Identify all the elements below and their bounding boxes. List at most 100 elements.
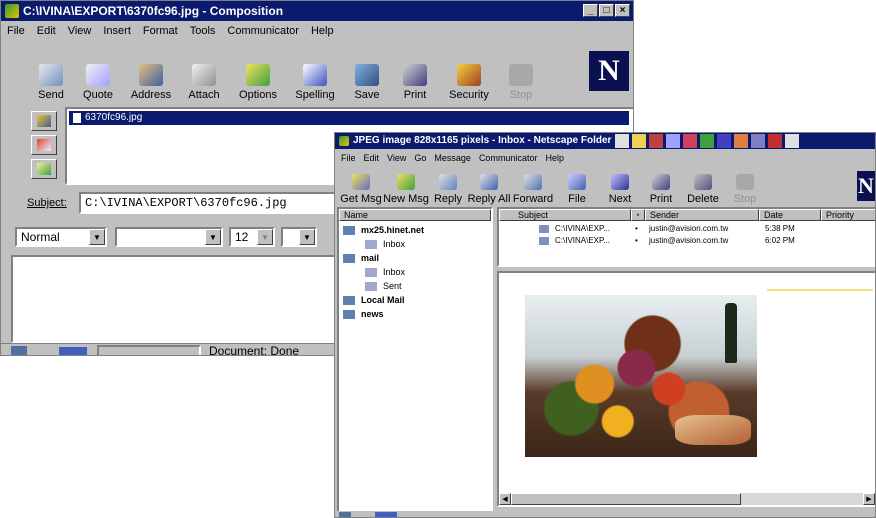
options-tab-button[interactable] — [31, 159, 57, 179]
close-button[interactable]: × — [615, 4, 630, 17]
menu-view[interactable]: View — [387, 151, 406, 165]
address-button[interactable]: Address — [125, 45, 177, 101]
scroll-right-button[interactable]: ▶ — [863, 493, 875, 505]
menu-communicator[interactable]: Communicator — [227, 23, 299, 39]
menu-edit[interactable]: Edit — [364, 151, 380, 165]
folder-pane-header[interactable]: Name — [339, 209, 491, 221]
message-row[interactable]: C:\IVINA\EXP... • justin@avision.com.tw 5:3… — [499, 223, 875, 235]
message-list-header: Subject • Sender Date Priority — [499, 209, 875, 221]
paragraph-style-select[interactable]: Normal ▼ — [15, 227, 107, 247]
taskbar-icon[interactable] — [615, 134, 629, 148]
spelling-button[interactable]: Spelling — [289, 45, 341, 101]
folder-item[interactable]: Sent — [339, 279, 491, 293]
column-header-status[interactable]: • — [631, 209, 645, 221]
composition-title-bar[interactable]: C:\IVINA\EXPORT\6370fc96.jpg - Compositi… — [1, 1, 633, 21]
quote-button[interactable]: Quote — [75, 45, 121, 101]
maximize-button[interactable]: □ — [599, 4, 614, 17]
folder-item[interactable]: news — [339, 307, 491, 321]
taskbar-icon[interactable] — [717, 134, 731, 148]
taskbar-icon[interactable] — [649, 134, 663, 148]
print-button[interactable]: Print — [393, 45, 437, 101]
taskbar-icon[interactable] — [734, 134, 748, 148]
attachment-tab-button[interactable] — [31, 135, 57, 155]
preview-horizontal-scrollbar[interactable]: ◀ ▶ — [499, 493, 875, 505]
read-status-dot[interactable]: • — [635, 223, 638, 235]
next-button[interactable]: Next — [601, 167, 639, 205]
menu-format[interactable]: Format — [143, 23, 178, 39]
attachment-item[interactable]: 6370fc96.jpg — [69, 111, 629, 125]
folder-item[interactable]: Inbox — [339, 237, 491, 251]
print-button[interactable]: Print — [643, 167, 679, 205]
stop-button[interactable]: Stop — [501, 45, 541, 101]
font-size-select[interactable]: 12 ▼ — [229, 227, 275, 247]
taskbar-icon[interactable] — [632, 134, 646, 148]
message-subject: C:\IVINA\EXP... — [555, 224, 610, 233]
taskbar-icon[interactable] — [700, 134, 714, 148]
menu-communicator[interactable]: Communicator — [479, 151, 538, 165]
menu-message[interactable]: Message — [434, 151, 471, 165]
subject-input[interactable]: C:\IVINA\EXPORT\6370fc96.jpg — [79, 192, 339, 214]
folder-icon — [365, 240, 377, 250]
address-tab-button[interactable] — [31, 111, 57, 131]
menu-help[interactable]: Help — [311, 23, 334, 39]
scroll-left-button[interactable]: ◀ — [499, 493, 511, 505]
message-row[interactable]: C:\IVINA\EXP... • justin@avision.com.tw 6:0… — [499, 235, 875, 247]
menu-view[interactable]: View — [68, 23, 92, 39]
security-status-icon[interactable] — [339, 512, 351, 517]
mail-server-icon — [343, 226, 355, 236]
menu-help[interactable]: Help — [545, 151, 564, 165]
reply-all-icon — [480, 174, 498, 190]
paragraph-style-value: Normal — [21, 230, 60, 244]
scroll-thumb[interactable] — [511, 493, 741, 505]
taskbar-icon[interactable] — [768, 134, 782, 148]
save-button[interactable]: Save — [345, 45, 389, 101]
folder-item[interactable]: Inbox — [339, 265, 491, 279]
get-messages-icon — [352, 174, 370, 190]
attach-button[interactable]: Attach — [181, 45, 227, 101]
taskbar-icon[interactable] — [666, 134, 680, 148]
chevron-down-icon: ▼ — [205, 229, 221, 245]
minimize-button[interactable]: _ — [583, 4, 598, 17]
inbox-status-bar — [335, 511, 875, 517]
send-button[interactable]: Send — [31, 45, 71, 101]
file-button[interactable]: File — [557, 167, 597, 205]
column-header-sender[interactable]: Sender — [645, 209, 759, 221]
column-header-priority[interactable]: Priority — [821, 209, 875, 221]
reply-icon — [439, 174, 457, 190]
reply-all-button[interactable]: Reply All — [468, 167, 510, 205]
get-msg-button[interactable]: Get Msg — [340, 167, 382, 205]
column-header-date[interactable]: Date — [759, 209, 821, 221]
font-color-select[interactable]: ▼ — [281, 227, 317, 247]
chevron-down-icon: ▼ — [257, 229, 273, 245]
security-button[interactable]: Security — [441, 45, 497, 101]
read-status-dot[interactable]: • — [635, 235, 638, 247]
connection-status-icon — [375, 512, 397, 517]
new-msg-button[interactable]: New Msg — [383, 167, 429, 205]
column-header-subject[interactable]: Subject — [499, 209, 631, 221]
taskbar-icon[interactable] — [751, 134, 765, 148]
message-body-editor[interactable] — [11, 255, 341, 343]
menu-file[interactable]: File — [7, 23, 25, 39]
security-status-icon[interactable] — [11, 346, 27, 355]
chevron-down-icon: ▼ — [299, 229, 315, 245]
delete-button[interactable]: Delete — [683, 167, 723, 205]
menu-file[interactable]: File — [341, 151, 356, 165]
folder-item[interactable]: Local Mail — [339, 293, 491, 307]
taskbar-icon[interactable] — [683, 134, 697, 148]
stop-button[interactable]: Stop — [727, 167, 763, 205]
inbox-title-bar[interactable]: JPEG image 828x1165 pixels - Inbox - Net… — [335, 133, 875, 149]
taskbar-icon[interactable] — [785, 134, 799, 148]
menu-go[interactable]: Go — [414, 151, 426, 165]
folder-item[interactable]: mail — [339, 251, 491, 265]
status-text: Document: Done — [209, 344, 300, 356]
menu-edit[interactable]: Edit — [37, 23, 56, 39]
options-button[interactable]: Options — [231, 45, 285, 101]
forward-button[interactable]: Forward — [513, 167, 553, 205]
folder-item[interactable]: mx25.hinet.net — [339, 223, 491, 237]
message-preview-pane[interactable]: ◀ ▶ — [497, 271, 875, 507]
reply-button[interactable]: Reply — [431, 167, 465, 205]
menu-tools[interactable]: Tools — [190, 23, 216, 39]
menu-insert[interactable]: Insert — [103, 23, 131, 39]
options-tab-icon — [37, 163, 51, 175]
font-select[interactable]: ▼ — [115, 227, 223, 247]
